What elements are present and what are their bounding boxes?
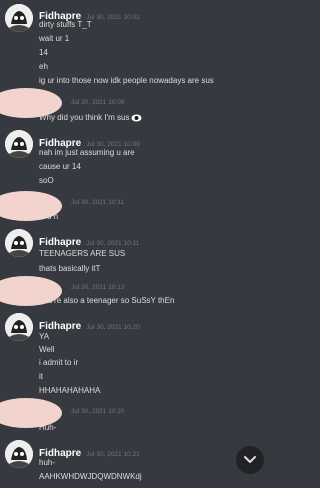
timestamp: Jul 30, 2021 10:20 <box>71 408 125 415</box>
user-avatar[interactable] <box>5 4 33 32</box>
user-avatar[interactable] <box>5 130 33 158</box>
message-line: i admit to ir <box>39 358 79 367</box>
jump-to-bottom-button[interactable] <box>236 446 264 474</box>
timestamp: Jul 30, 2021 10:03 <box>86 14 140 21</box>
message-line: dirty stuffs T_T <box>39 20 92 29</box>
message-line: eh <box>39 62 48 71</box>
message-line: thats basically itT <box>39 264 101 273</box>
message-line: wait ur 1 <box>39 34 70 43</box>
timestamp: Jul 30, 2021 10:21 <box>86 451 140 458</box>
message-line: H u h <box>39 212 59 221</box>
chevron-down-icon <box>244 456 256 463</box>
message-line: 14 <box>39 48 48 57</box>
timestamp: Jul 30, 2021 10:13 <box>71 284 125 291</box>
timestamp: Jul 30, 2021 10:11 <box>71 199 125 206</box>
message-line: HHAHAHAHAHA <box>39 386 101 395</box>
timestamp: Jul 30, 2021 10:20 <box>86 324 140 331</box>
message-line: cause ur 14 <box>39 162 81 171</box>
message-line: YA <box>39 332 50 341</box>
author-name[interactable]: Fidhapre <box>39 237 81 248</box>
message-line: huh- <box>39 458 56 467</box>
message-line: Huh- <box>39 423 57 432</box>
message-line: it <box>39 372 43 381</box>
message-line: Well <box>39 345 55 354</box>
timestamp: Jul 30, 2021 10:08 <box>71 99 125 106</box>
message-line: TEENAGERS ARE SUS <box>39 249 126 258</box>
user-avatar[interactable] <box>5 229 33 257</box>
user-avatar[interactable] <box>5 440 33 468</box>
message-line: nah im just assuming u are <box>39 148 135 157</box>
message-line: ig ur into those now idk people nowadays… <box>39 76 214 85</box>
eye-emoji-icon <box>131 114 142 122</box>
author-name[interactable]: Fidhapre <box>39 321 81 332</box>
timestamp: Jul 30, 2021 10:09 <box>86 141 140 148</box>
message-line: Why did you think I'm sus <box>39 113 142 122</box>
timestamp: Jul 30, 2021 10:11 <box>86 240 140 247</box>
message-line: AAHKWHDWJDQWDNWKdj <box>39 472 142 481</box>
message-line: You're also a teenager so SuSsY thEn <box>39 296 175 305</box>
user-avatar[interactable] <box>5 313 33 341</box>
message-line: soO <box>39 176 54 185</box>
